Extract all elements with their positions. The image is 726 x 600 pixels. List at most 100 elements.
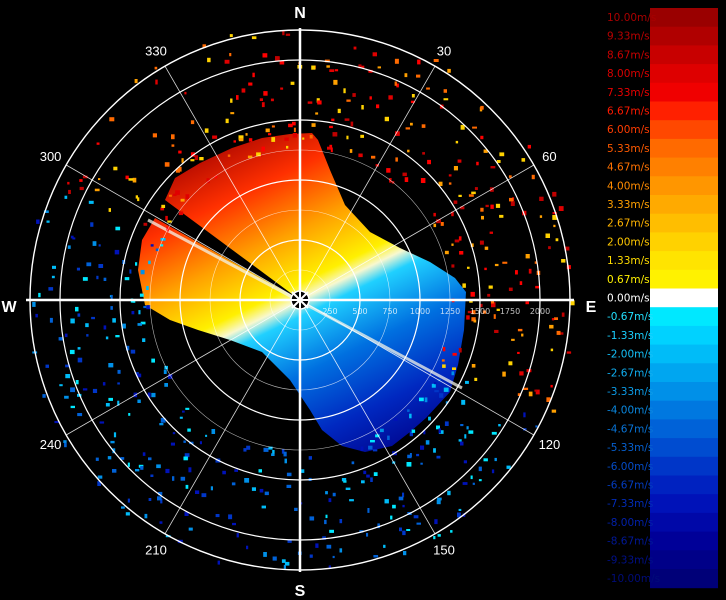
echo-point [506, 465, 511, 469]
echo-point [519, 371, 524, 376]
echo-point [551, 318, 555, 321]
echo-point [259, 488, 264, 493]
echo-point [494, 263, 499, 267]
echo-point [451, 264, 455, 268]
echo-point [230, 112, 235, 115]
color-scale-swatch [650, 512, 718, 533]
echo-point [180, 198, 185, 202]
echo-point [372, 52, 377, 57]
radar-ppi-display[interactable]: 250 500 750 1000 1250 1500 1750 2000 30 60 120 150… [0, 0, 600, 600]
echo-point [188, 467, 192, 473]
color-scale-label: 3.33m/s [607, 199, 650, 211]
azimuth-label: 120 [539, 437, 561, 452]
echo-point [509, 197, 514, 202]
echo-point [59, 384, 63, 387]
echo-point [325, 514, 328, 519]
echo-point [185, 484, 189, 489]
echo-point [72, 237, 76, 240]
echo-point [262, 53, 268, 58]
echo-point [548, 246, 551, 250]
color-scale-label: -1.33m/s [607, 330, 653, 342]
color-scale-swatch [650, 157, 718, 177]
echo-point [420, 462, 423, 465]
echo-point [440, 222, 444, 226]
echo-point [329, 125, 333, 129]
echo-point [103, 325, 107, 330]
echo-point [32, 302, 36, 307]
echo-point [527, 144, 531, 149]
color-scale-label: 1.33m/s [607, 255, 650, 267]
echo-point [443, 98, 449, 101]
echo-point [96, 142, 100, 145]
echo-point [361, 105, 364, 110]
echo-point [433, 59, 439, 62]
echo-point [230, 98, 233, 103]
echo-point [478, 479, 482, 482]
echo-point [416, 522, 421, 525]
echo-point [212, 135, 218, 139]
echo-point [113, 166, 118, 171]
color-scale-label: 8.00m/s [607, 68, 650, 80]
range-label: 250 [322, 307, 337, 316]
echo-point [416, 453, 420, 457]
echo-point [211, 429, 216, 434]
range-label: 750 [382, 307, 397, 316]
echo-point [484, 267, 487, 271]
echo-point [309, 554, 313, 558]
echo-point [422, 152, 425, 155]
echo-point [470, 291, 475, 297]
echo-point [286, 145, 289, 149]
echo-point [102, 382, 106, 386]
echo-point [127, 498, 130, 503]
radar-center-icon [290, 290, 310, 310]
color-scale-swatch [650, 531, 718, 551]
echo-point [436, 455, 441, 459]
range-label: 1000 [410, 307, 430, 316]
echo-point [471, 364, 476, 368]
echo-point [190, 159, 195, 162]
color-scale-label: 0.00m/s [607, 293, 650, 305]
echo-point [42, 394, 46, 398]
echo-point [345, 487, 351, 490]
echo-point [225, 118, 229, 124]
echo-point [443, 89, 447, 93]
echo-point [244, 478, 250, 483]
color-scale-swatch [650, 195, 718, 215]
echo-point [182, 410, 185, 413]
echo-point [271, 453, 275, 456]
echo-point [558, 206, 564, 211]
echo-point [284, 458, 287, 464]
color-scale-swatch [650, 456, 718, 476]
echo-point [258, 469, 262, 473]
echo-point [95, 457, 99, 461]
color-scale-swatch [650, 232, 718, 252]
echo-point [315, 543, 319, 548]
color-scale-swatch [650, 382, 718, 402]
echo-point [346, 99, 351, 102]
echo-point [229, 53, 232, 57]
echo-point [279, 61, 285, 65]
echo-point [413, 515, 419, 519]
echo-point [550, 348, 554, 352]
echo-point [115, 226, 121, 231]
echo-point [428, 416, 431, 421]
echo-point [170, 442, 175, 446]
echo-point [451, 371, 455, 376]
echo-point [333, 79, 338, 85]
echo-point [447, 68, 451, 73]
echo-point [98, 264, 104, 268]
echo-point [288, 123, 293, 128]
echo-point [494, 457, 497, 462]
echo-point [172, 476, 175, 481]
echo-point [442, 347, 446, 352]
color-scale-label: -2.67m/s [607, 367, 653, 379]
echo-point [330, 147, 333, 153]
echo-point [379, 428, 384, 433]
echo-point [337, 108, 341, 114]
echo-point [138, 310, 141, 315]
color-scale-swatch [650, 438, 718, 458]
echo-point [293, 127, 296, 133]
echo-point [370, 477, 373, 482]
echo-point [462, 482, 468, 485]
echo-point [103, 277, 107, 281]
